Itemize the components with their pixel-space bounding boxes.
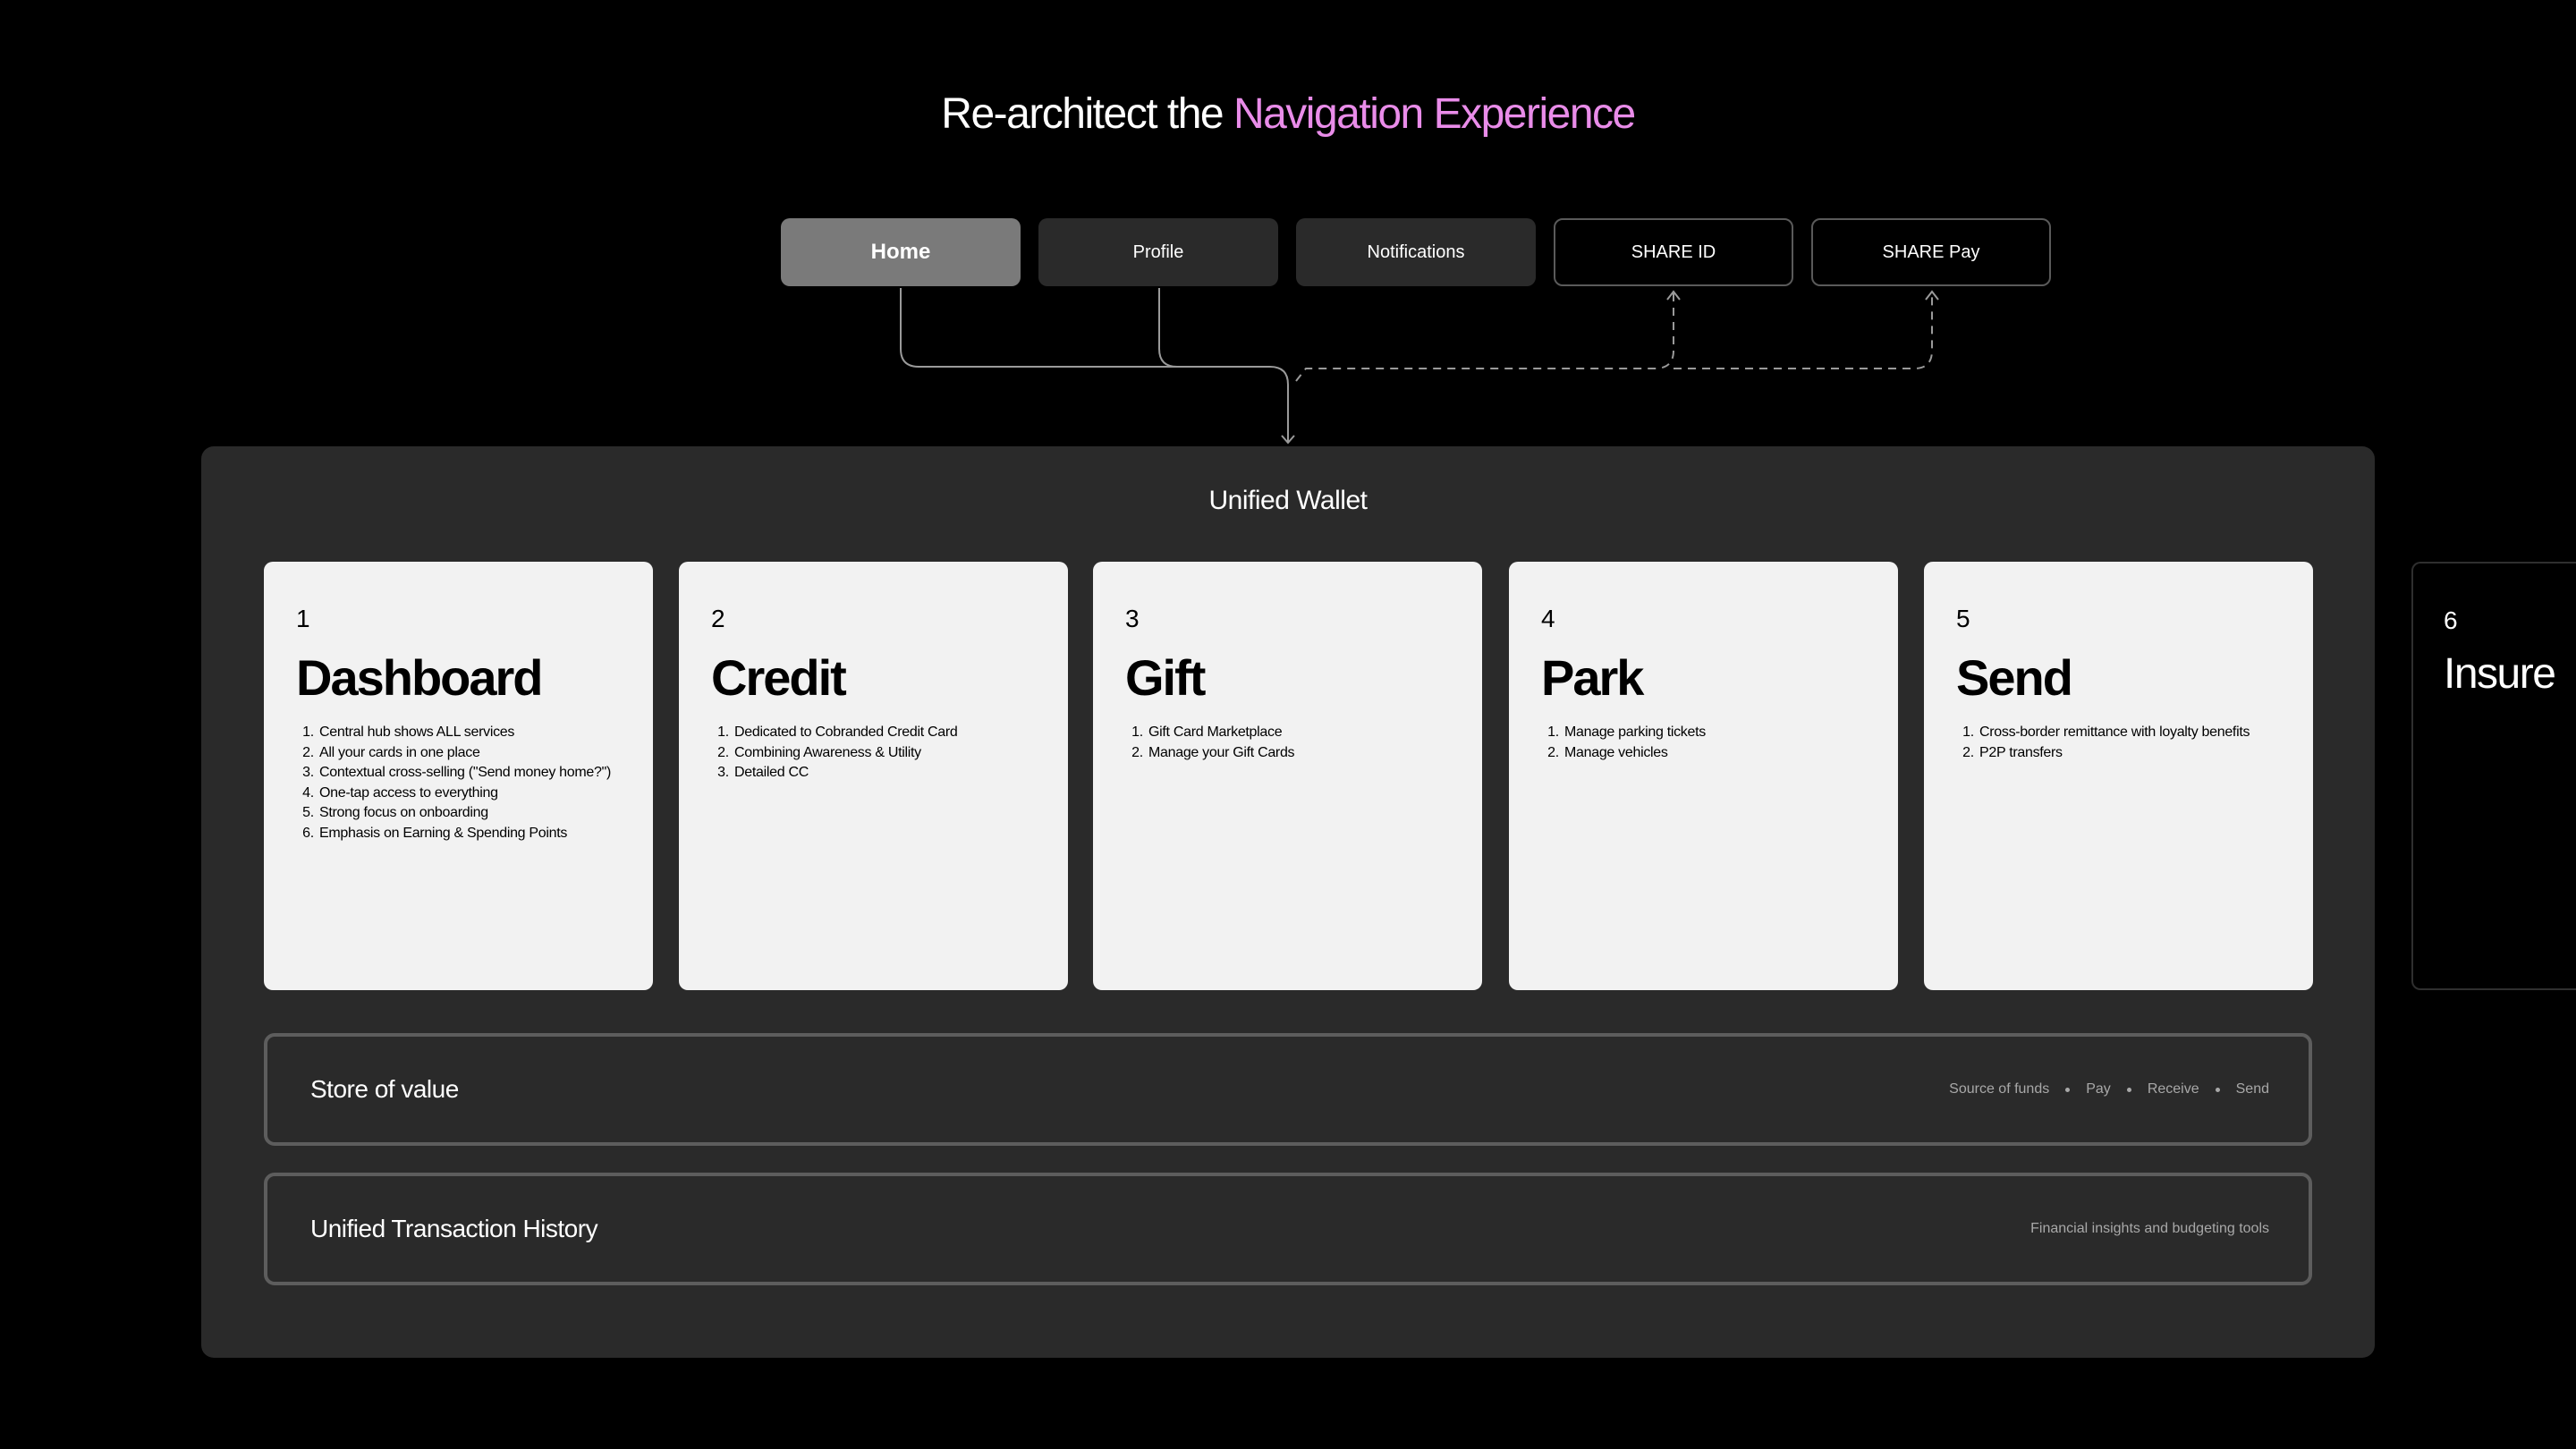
card-title: Credit [711, 649, 847, 706]
card-number: 5 [1956, 605, 1970, 632]
list-item: Combining Awareness & Utility [733, 743, 1036, 764]
card-feature-list: Cross-border remittance with loyalty ben… [1956, 723, 2281, 763]
card-number: 6 [2444, 606, 2458, 634]
transaction-history-note: Financial insights and budgeting tools [2030, 1221, 2269, 1236]
nav-tab-share-id[interactable]: SHARE ID [1554, 218, 1793, 286]
transaction-history-bar[interactable]: Unified Transaction History Financial in… [264, 1173, 2312, 1285]
separator-dot [2126, 1087, 2131, 1092]
tag-source-of-funds: Source of funds [1949, 1081, 2050, 1097]
card-feature-list: Manage parking tickets Manage vehicles [1541, 723, 1866, 763]
arrow-head-wallet [1281, 435, 1295, 445]
list-item: Central hub shows ALL services [318, 723, 621, 743]
card-number: 4 [1541, 605, 1555, 632]
card-title: Gift [1125, 649, 1206, 706]
card-insure[interactable]: 6 Insure [2411, 562, 2576, 990]
list-item: Manage vehicles [1563, 743, 1866, 764]
arrow-head-share-pay [1925, 290, 1939, 301]
card-park[interactable]: 4 Park Manage parking tickets Manage veh… [1509, 562, 1898, 990]
store-of-value-title: Store of value [310, 1075, 459, 1103]
list-item: Dedicated to Cobranded Credit Card [733, 723, 1036, 743]
list-item: Emphasis on Earning & Spending Points [318, 824, 621, 844]
card-gift[interactable]: 3 Gift Gift Card Marketplace Manage your… [1093, 562, 1482, 990]
tag-pay: Pay [2086, 1081, 2111, 1097]
card-title: Dashboard [296, 649, 544, 706]
nav-tab-share-pay[interactable]: SHARE Pay [1811, 218, 2051, 286]
transaction-history-title: Unified Transaction History [310, 1215, 598, 1242]
headline-prefix: Re-architect the [941, 90, 1224, 138]
list-item: Manage your Gift Cards [1147, 743, 1450, 764]
card-feature-list: Gift Card Marketplace Manage your Gift C… [1125, 723, 1450, 763]
card-number: 3 [1125, 605, 1140, 632]
card-title: Send [1956, 649, 2073, 706]
nav-tab-home[interactable]: Home [781, 218, 1021, 286]
list-item: Gift Card Marketplace [1147, 723, 1450, 743]
card-number: 2 [711, 605, 725, 632]
headline-accent: Navigation Experience [1233, 90, 1636, 138]
store-of-value-bar[interactable]: Store of value Source of funds Pay Recei… [264, 1033, 2312, 1146]
list-item: Strong focus on onboarding [318, 803, 621, 824]
separator-dot [2215, 1087, 2220, 1092]
page-headline: Re-architect the Navigation Experience [0, 89, 2576, 139]
card-feature-list: Dedicated to Cobranded Credit Card Combi… [711, 723, 1036, 784]
card-title: Park [1541, 649, 1644, 706]
card-number: 1 [296, 605, 310, 632]
list-item: Manage parking tickets [1563, 723, 1866, 743]
list-item: Contextual cross-selling ("Send money ho… [318, 763, 621, 784]
card-feature-list: Central hub shows ALL services All your … [296, 723, 621, 843]
store-of-value-tags: Source of funds Pay Receive Send [1949, 1081, 2269, 1097]
card-credit[interactable]: 2 Credit Dedicated to Cobranded Credit C… [679, 562, 1068, 990]
list-item: Detailed CC [733, 763, 1036, 784]
connector-home [900, 288, 1289, 442]
tag-receive: Receive [2147, 1081, 2199, 1097]
wallet-title: Unified Wallet [1208, 486, 1368, 515]
card-dashboard[interactable]: 1 Dashboard Central hub shows ALL servic… [264, 562, 653, 990]
card-title: Insure [2444, 650, 2556, 698]
connector-share-id [1295, 293, 1674, 382]
connector-share-pay [1674, 293, 1933, 369]
connector-profile [1158, 288, 1270, 368]
nav-connector-lines [900, 288, 1939, 445]
list-item: Cross-border remittance with loyalty ben… [1978, 723, 2281, 743]
card-send[interactable]: 5 Send Cross-border remittance with loya… [1924, 562, 2313, 990]
list-item: All your cards in one place [318, 743, 621, 764]
list-item: P2P transfers [1978, 743, 2281, 764]
list-item: One-tap access to everything [318, 784, 621, 804]
arrow-head-share-id [1666, 290, 1681, 301]
nav-tab-notifications[interactable]: Notifications [1296, 218, 1536, 286]
tag-send: Send [2235, 1081, 2269, 1097]
separator-dot [2065, 1087, 2071, 1092]
nav-tab-profile[interactable]: Profile [1038, 218, 1278, 286]
